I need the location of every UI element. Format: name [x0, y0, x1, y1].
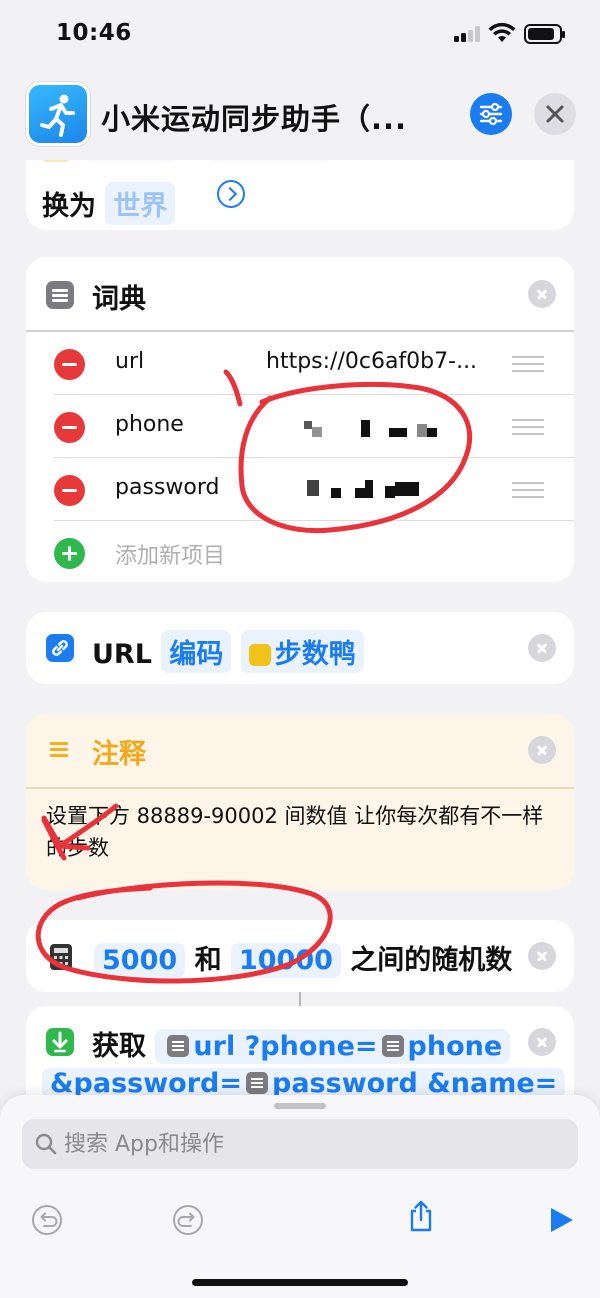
- dictionary-row[interactable]: phone: [54, 395, 574, 458]
- world-parameter[interactable]: 世界: [105, 182, 176, 225]
- wifi-icon: [488, 22, 516, 42]
- home-indicator: [192, 1279, 408, 1286]
- delete-row-icon[interactable]: [54, 412, 85, 443]
- action-search-sheet[interactable]: [0, 1095, 600, 1298]
- dict-value-redacted[interactable]: [307, 480, 447, 502]
- action-connector: [299, 992, 301, 1006]
- get-url-line: 获取 url ?phone= phone: [92, 1024, 511, 1064]
- reorder-handle-icon[interactable]: [512, 480, 544, 500]
- shortcut-title[interactable]: 小米运动同步助手（...: [101, 96, 407, 138]
- shortcut-header: 小米运动同步助手（...: [0, 70, 600, 160]
- random-number-action-card[interactable]: 5000 和 10000 之间的随机数: [26, 920, 574, 992]
- remove-action-icon[interactable]: [528, 736, 556, 764]
- list-icon: [46, 281, 74, 309]
- download-arrow-icon: [46, 1028, 74, 1056]
- reorder-handle-icon[interactable]: [512, 417, 544, 437]
- text-conversion-action-card[interactable]: 换为 世界: [26, 160, 574, 230]
- dictionary-variable-icon: [381, 1035, 404, 1057]
- cellular-signal-icon: [454, 26, 482, 42]
- random-number-line: 5000 和 10000 之间的随机数: [94, 938, 512, 978]
- dict-value[interactable]: https://0c6af0b7-...: [266, 349, 477, 374]
- close-button[interactable]: [534, 93, 576, 135]
- dict-key[interactable]: url: [115, 349, 144, 374]
- get-contents-action-card[interactable]: 获取 url ?phone= phone &password= password &…: [26, 1006, 574, 1100]
- random-max-field[interactable]: 10000: [230, 943, 341, 978]
- add-item-icon[interactable]: [54, 538, 85, 569]
- share-icon[interactable]: [404, 1199, 438, 1233]
- search-input[interactable]: [64, 1127, 564, 1161]
- delete-row-icon[interactable]: [54, 475, 85, 506]
- actions-list[interactable]: 换为 世界 词典 url https://0c6af0b7-... phone: [0, 160, 600, 1100]
- comment-title: 注释: [92, 739, 146, 770]
- clipped-previous-line: [42, 160, 442, 164]
- close-icon: [546, 105, 564, 123]
- search-bar[interactable]: [22, 1119, 578, 1169]
- comment-action-card[interactable]: 注释 设置下方 88889-90002 间数值 让你每次都有不一样的步数: [26, 714, 574, 890]
- url-encode-line: URL 编码 步数鸭: [92, 630, 364, 673]
- dictionary-title: 词典: [92, 284, 146, 315]
- text-variable-icon: [248, 644, 271, 666]
- play-icon[interactable]: [544, 1203, 578, 1237]
- add-item-row[interactable]: 添加新项目: [54, 521, 574, 584]
- encode-mode-parameter[interactable]: 编码: [161, 630, 232, 673]
- dict-key[interactable]: password: [115, 475, 219, 500]
- random-min-field[interactable]: 5000: [94, 943, 186, 978]
- sliders-icon: [479, 102, 503, 126]
- link-icon: [46, 634, 74, 662]
- variable-token[interactable]: 步数鸭: [240, 630, 364, 673]
- add-item-label[interactable]: 添加新项目: [115, 538, 225, 570]
- undo-icon[interactable]: [30, 1203, 64, 1237]
- dictionary-variable-icon: [246, 1072, 268, 1094]
- comment-lines-icon: [50, 740, 70, 758]
- sheet-grabber[interactable]: [274, 1103, 326, 1109]
- battery-icon: [524, 24, 565, 44]
- url-encode-action-card[interactable]: URL 编码 步数鸭: [26, 612, 574, 684]
- running-man-app-icon[interactable]: [26, 82, 90, 146]
- status-time: 10:46: [56, 20, 132, 46]
- dict-key[interactable]: phone: [115, 412, 184, 437]
- status-bar: 10:46: [0, 0, 600, 70]
- dictionary-row[interactable]: url https://0c6af0b7-...: [54, 332, 574, 395]
- dict-value-redacted[interactable]: [304, 415, 454, 439]
- convert-to-line: 换为 世界: [42, 182, 176, 225]
- chevron-right-circle-icon[interactable]: [217, 180, 245, 208]
- dictionary-variable-icon: [167, 1035, 190, 1057]
- dictionary-row[interactable]: password: [54, 458, 574, 521]
- remove-action-icon[interactable]: [528, 280, 556, 308]
- remove-action-icon[interactable]: [528, 1028, 556, 1056]
- url-composed-field[interactable]: url ?phone= phone: [155, 1029, 511, 1064]
- redo-icon[interactable]: [171, 1203, 205, 1237]
- settings-sliders-button[interactable]: [470, 93, 512, 135]
- search-icon: [35, 1133, 57, 1155]
- delete-row-icon[interactable]: [54, 349, 85, 380]
- remove-action-icon[interactable]: [528, 942, 556, 970]
- calculator-icon: [50, 944, 72, 970]
- dictionary-action-card[interactable]: 词典 url https://0c6af0b7-... phone passwo…: [26, 257, 574, 582]
- comment-body[interactable]: 设置下方 88889-90002 间数值 让你每次都有不一样的步数: [46, 800, 546, 864]
- reorder-handle-icon[interactable]: [512, 354, 544, 374]
- remove-action-icon[interactable]: [528, 634, 556, 662]
